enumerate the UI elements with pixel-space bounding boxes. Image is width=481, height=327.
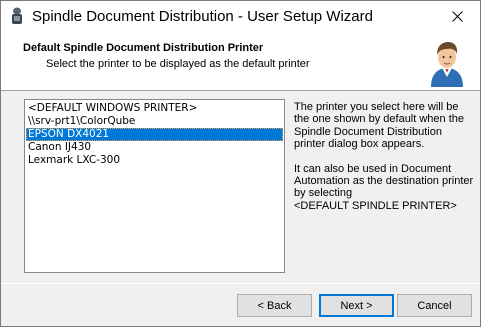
printer-item-canon[interactable]: Canon IJ430: [26, 141, 283, 154]
user-icon: [431, 42, 463, 87]
page-subtitle: Select the printer to be displayed as th…: [46, 58, 310, 70]
description-paragraph-2-text: It can also be used in Document Automati…: [294, 162, 474, 200]
wizard-window: Spindle Document Distribution - User Set…: [0, 0, 481, 327]
window-title: Spindle Document Distribution - User Set…: [32, 8, 373, 25]
description-text: The printer you select here will be the …: [294, 101, 474, 212]
description-paragraph-2: It can also be used in Document Automati…: [294, 163, 474, 213]
back-button[interactable]: < Back: [237, 294, 312, 317]
default-spindle-printer-token: <DEFAULT SPINDLE PRINTER>: [294, 199, 457, 212]
printer-item-colorqube[interactable]: \\srv-prt1\ColorQube: [26, 115, 283, 128]
printer-listbox[interactable]: <DEFAULT WINDOWS PRINTER> \\srv-prt1\Col…: [24, 99, 285, 273]
description-paragraph-1: The printer you select here will be the …: [294, 101, 465, 151]
close-icon: [451, 11, 463, 22]
printer-item-lexmark[interactable]: Lexmark LXC-300: [26, 154, 283, 167]
footer-separator: [1, 283, 480, 284]
app-printer-icon: [12, 7, 22, 24]
cancel-button[interactable]: Cancel: [397, 294, 472, 317]
printer-item-epson[interactable]: EPSON DX4021: [26, 128, 283, 141]
next-button[interactable]: Next >: [319, 294, 394, 317]
wizard-header: Default Spindle Document Distribution Pr…: [1, 32, 480, 91]
title-bar[interactable]: Spindle Document Distribution - User Set…: [1, 1, 480, 32]
page-title: Default Spindle Document Distribution Pr…: [23, 42, 264, 54]
close-button[interactable]: [434, 1, 480, 32]
printer-item-default-windows[interactable]: <DEFAULT WINDOWS PRINTER>: [26, 102, 283, 115]
